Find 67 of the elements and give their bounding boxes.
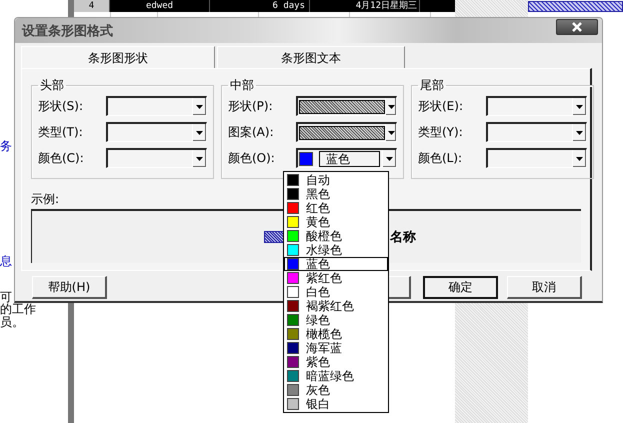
dropdown-field[interactable] [486, 148, 587, 168]
dropdown-field[interactable] [106, 148, 207, 168]
color-option[interactable]: 暗蓝绿色 [284, 369, 388, 383]
color-option[interactable]: 黑色 [284, 187, 388, 201]
tab[interactable]: 条形图文本 [217, 46, 405, 68]
color-option[interactable]: 水绿色 [284, 243, 388, 257]
color-option[interactable]: 紫色 [284, 355, 388, 369]
dropdown-arrow-icon [385, 124, 396, 141]
color-option[interactable]: 褐紫红色 [284, 299, 388, 313]
table-cell: 4月12日星期三 [310, 0, 420, 12]
color-option[interactable]: 绿色 [284, 313, 388, 327]
dropdown-field[interactable]: 蓝色 [296, 148, 397, 168]
color-option[interactable]: 银白 [284, 397, 388, 411]
color-option[interactable]: 橄榄色 [284, 327, 388, 341]
side-text: 的工作 [0, 303, 36, 316]
field-label: 图案(A): [228, 124, 275, 140]
dropdown-arrow-icon [382, 150, 396, 167]
field-label: 类型(T): [38, 124, 84, 140]
ok-button[interactable]: 确定 [423, 276, 498, 299]
field-label: 形状(P): [228, 98, 274, 114]
dropdown-field[interactable] [296, 96, 397, 116]
table-cell: 4 [74, 0, 110, 12]
side-text: 可 [0, 291, 12, 304]
side-text: 员。 [0, 316, 24, 329]
dropdown-arrow-icon [192, 150, 206, 167]
dropdown-field[interactable] [106, 96, 207, 116]
dropdown-arrow-icon [572, 150, 586, 167]
tab[interactable]: 条形图形状 [21, 46, 215, 68]
group-title: 头部 [39, 77, 65, 94]
side-text: 务 [0, 140, 12, 153]
color-option[interactable]: 白色 [284, 285, 388, 299]
group-title: 中部 [229, 77, 255, 94]
cancel-button[interactable]: 取消 [507, 276, 582, 299]
bar-text: 名称 [390, 229, 416, 246]
dropdown-arrow-icon [192, 124, 206, 141]
table-cell: 6 days [210, 0, 310, 12]
dropdown-field[interactable] [486, 122, 587, 142]
field-label: 类型(Y): [418, 124, 464, 140]
color-option[interactable]: 黄色 [284, 215, 388, 229]
field-label: 形状(E): [418, 98, 464, 114]
color-option[interactable]: 红色 [284, 201, 388, 215]
field-label: 颜色(C): [38, 150, 85, 166]
color-option[interactable]: 灰色 [284, 383, 388, 397]
dropdown-arrow-icon [192, 98, 206, 115]
help-button[interactable]: 帮助(H) [32, 276, 107, 299]
close-button[interactable] [556, 18, 598, 34]
dropdown-arrow-icon [572, 98, 586, 115]
side-text: 息 [0, 255, 12, 268]
sample-label: 示例: [31, 191, 60, 208]
color-option[interactable]: 海军蓝 [284, 341, 388, 355]
close-icon [570, 22, 584, 32]
dropdown-field[interactable] [486, 96, 587, 116]
field-label: 颜色(L): [418, 150, 464, 166]
color-option[interactable]: 紫红色 [284, 271, 388, 285]
color-option[interactable]: 酸橙色 [284, 229, 388, 243]
window-title: 设置条形图格式 [22, 22, 113, 40]
field-label: 颜色(O): [228, 150, 276, 166]
dropdown-field[interactable] [106, 122, 207, 142]
dropdown-field[interactable] [296, 122, 397, 142]
dropdown-arrow-icon [385, 98, 396, 115]
table-cell: edwed [110, 0, 210, 12]
dropdown-arrow-icon [572, 124, 586, 141]
selected-value: 蓝色 [319, 150, 380, 166]
field-label: 形状(S): [38, 98, 84, 114]
color-option[interactable]: 自动 [284, 173, 388, 187]
color-option[interactable]: 蓝色 [284, 257, 388, 271]
group-title: 尾部 [419, 77, 445, 94]
